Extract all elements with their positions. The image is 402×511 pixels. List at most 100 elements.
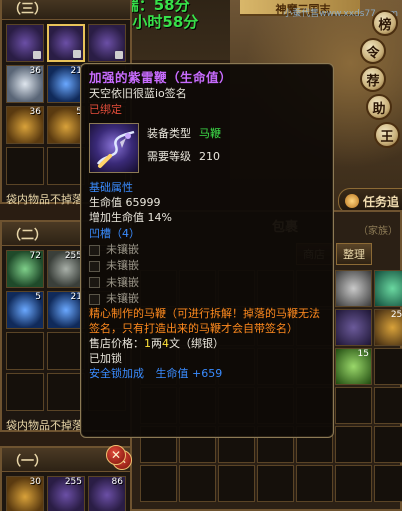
- socket-slot: 未镶嵌: [89, 276, 325, 290]
- bag-slot[interactable]: [335, 465, 372, 502]
- bag-slot-count: 15: [357, 349, 369, 359]
- bag-slot[interactable]: [335, 270, 372, 307]
- bag-slot[interactable]: 255: [374, 309, 402, 346]
- price-value-2: 4: [162, 336, 169, 350]
- bag-slot[interactable]: [179, 465, 216, 502]
- panel-title: （一）: [8, 454, 48, 469]
- base-attr-header: 基础属性: [89, 180, 133, 194]
- bag-slot[interactable]: 8: [374, 270, 402, 307]
- lock-icon: [33, 51, 41, 59]
- panel-header: （三）: [2, 0, 130, 20]
- inventory-slot[interactable]: 72: [6, 250, 44, 288]
- recommend-button-label: 荐: [366, 73, 380, 89]
- recommend-button[interactable]: 荐: [360, 66, 386, 92]
- bag-slot[interactable]: [218, 465, 255, 502]
- whip-item-icon: [89, 122, 139, 173]
- panel-title: （二）: [8, 228, 48, 243]
- inventory-slot[interactable]: [6, 332, 44, 370]
- socket-icon: [89, 293, 100, 305]
- item-signature: 天空依旧很蓝io签名: [89, 87, 187, 101]
- level-label: 需要等级: [147, 150, 191, 164]
- bag-slot[interactable]: [140, 465, 177, 502]
- inventory-slot[interactable]: [6, 147, 44, 185]
- panel-title: （三）: [8, 2, 48, 17]
- task-tracker-label: 任务追: [363, 194, 400, 209]
- bag-slot[interactable]: [335, 387, 372, 424]
- lock-icon: [115, 51, 123, 59]
- inventory-slot[interactable]: 5: [6, 291, 44, 329]
- lock-status: 已加锁: [89, 352, 122, 366]
- slot-grid: 30 255 86: [2, 472, 130, 511]
- bag-slot-count: 255: [390, 310, 402, 320]
- sell-price: 售店价格：1两4文（绑银）: [89, 337, 325, 351]
- socket-label: 未镶嵌: [106, 259, 139, 273]
- ranking-button[interactable]: 榜: [372, 10, 398, 36]
- item-description: 精心制作的马鞭（可进行拆解！掉落的马鞭无法签名，只有打造出来的马鞭才会自带签名）: [89, 307, 320, 335]
- safe-lock-bonus: 安全锁加成 生命值 +659: [89, 367, 325, 381]
- socket-header: 凹槽（4）: [89, 226, 140, 240]
- task-icon: [345, 194, 359, 208]
- socket-icon: [89, 260, 100, 272]
- price-unit-1: 两: [151, 336, 162, 350]
- bag-slot[interactable]: 15: [335, 348, 372, 385]
- king-button-label: 王: [380, 129, 394, 145]
- item-summary: 装备类型 马鞭 需要等级 210: [89, 122, 325, 173]
- inventory-slot[interactable]: [88, 24, 126, 62]
- inventory-slot[interactable]: [6, 24, 44, 62]
- price-label: 售店价格：: [89, 336, 144, 350]
- socket-slot: 未镶嵌: [89, 259, 325, 273]
- inventory-slot[interactable]: 30: [6, 476, 44, 511]
- slot-count: 36: [29, 66, 41, 76]
- inventory-slot-selected[interactable]: [47, 24, 85, 62]
- bag-slot[interactable]: [374, 426, 402, 463]
- lock-icon: [73, 50, 81, 58]
- socket-icon: [89, 277, 100, 289]
- price-value-1: 1: [144, 336, 151, 350]
- bag-slot[interactable]: [335, 426, 372, 463]
- help-button-label: 助: [372, 101, 386, 117]
- slot-count: 86: [111, 477, 123, 487]
- price-bind: （绑银）: [180, 336, 224, 350]
- slot-count: 30: [29, 477, 41, 487]
- attr-hp: 生命值 65999: [89, 196, 161, 210]
- item-name: 加强的紫雷鞭（生命值）: [89, 70, 233, 85]
- socket-label: 未镶嵌: [106, 275, 139, 289]
- timer-main: 1小时58分: [122, 13, 199, 31]
- socket-slot: 未镶嵌: [89, 243, 325, 257]
- sort-tab[interactable]: 整理: [336, 243, 372, 265]
- safe-lock-label: 安全锁加成: [89, 367, 144, 381]
- bound-status: 已绑定: [89, 102, 122, 116]
- equip-type-label: 装备类型: [147, 126, 191, 140]
- inventory-slot[interactable]: 255: [47, 476, 85, 511]
- safe-lock-stat: 生命值 +659: [155, 367, 223, 381]
- price-unit-2: 文: [169, 336, 180, 350]
- item-spec: 装备类型 马鞭 需要等级 210: [147, 127, 221, 173]
- order-button[interactable]: 令: [360, 38, 386, 64]
- bag-slot[interactable]: [374, 387, 402, 424]
- level-value: 210: [199, 150, 220, 164]
- slot-count: 5: [35, 292, 41, 302]
- bag-slot[interactable]: [296, 465, 333, 502]
- inventory-slot[interactable]: [6, 373, 44, 411]
- attr-hp-bonus: 增加生命值 14%: [89, 211, 172, 225]
- king-button[interactable]: 王: [374, 122, 400, 148]
- equip-type-value: 马鞭: [199, 126, 221, 140]
- slot-count: 72: [29, 251, 41, 261]
- help-button[interactable]: 助: [366, 94, 392, 120]
- socket-slot: 未镶嵌: [89, 292, 325, 306]
- bag-slot[interactable]: [335, 309, 372, 346]
- close-icon[interactable]: ✕: [106, 445, 126, 465]
- bag-slot[interactable]: [374, 465, 402, 502]
- slot-count: 255: [64, 477, 82, 487]
- bag-slot[interactable]: [257, 465, 294, 502]
- bag-slot[interactable]: [374, 348, 402, 385]
- inventory-slot[interactable]: 36: [6, 65, 44, 103]
- slot-count: 36: [29, 107, 41, 117]
- bag-family-tab[interactable]: （家族）: [358, 222, 398, 237]
- socket-icon: [89, 244, 100, 256]
- inventory-slot[interactable]: 86: [88, 476, 126, 511]
- socket-label: 未镶嵌: [106, 243, 139, 257]
- item-tooltip: 加强的紫雷鞭（生命值） 天空依旧很蓝io签名 已绑定 装备类型 马鞭 需要等级 …: [80, 63, 334, 438]
- inventory-slot[interactable]: 36: [6, 106, 44, 144]
- order-button-label: 令: [366, 45, 380, 61]
